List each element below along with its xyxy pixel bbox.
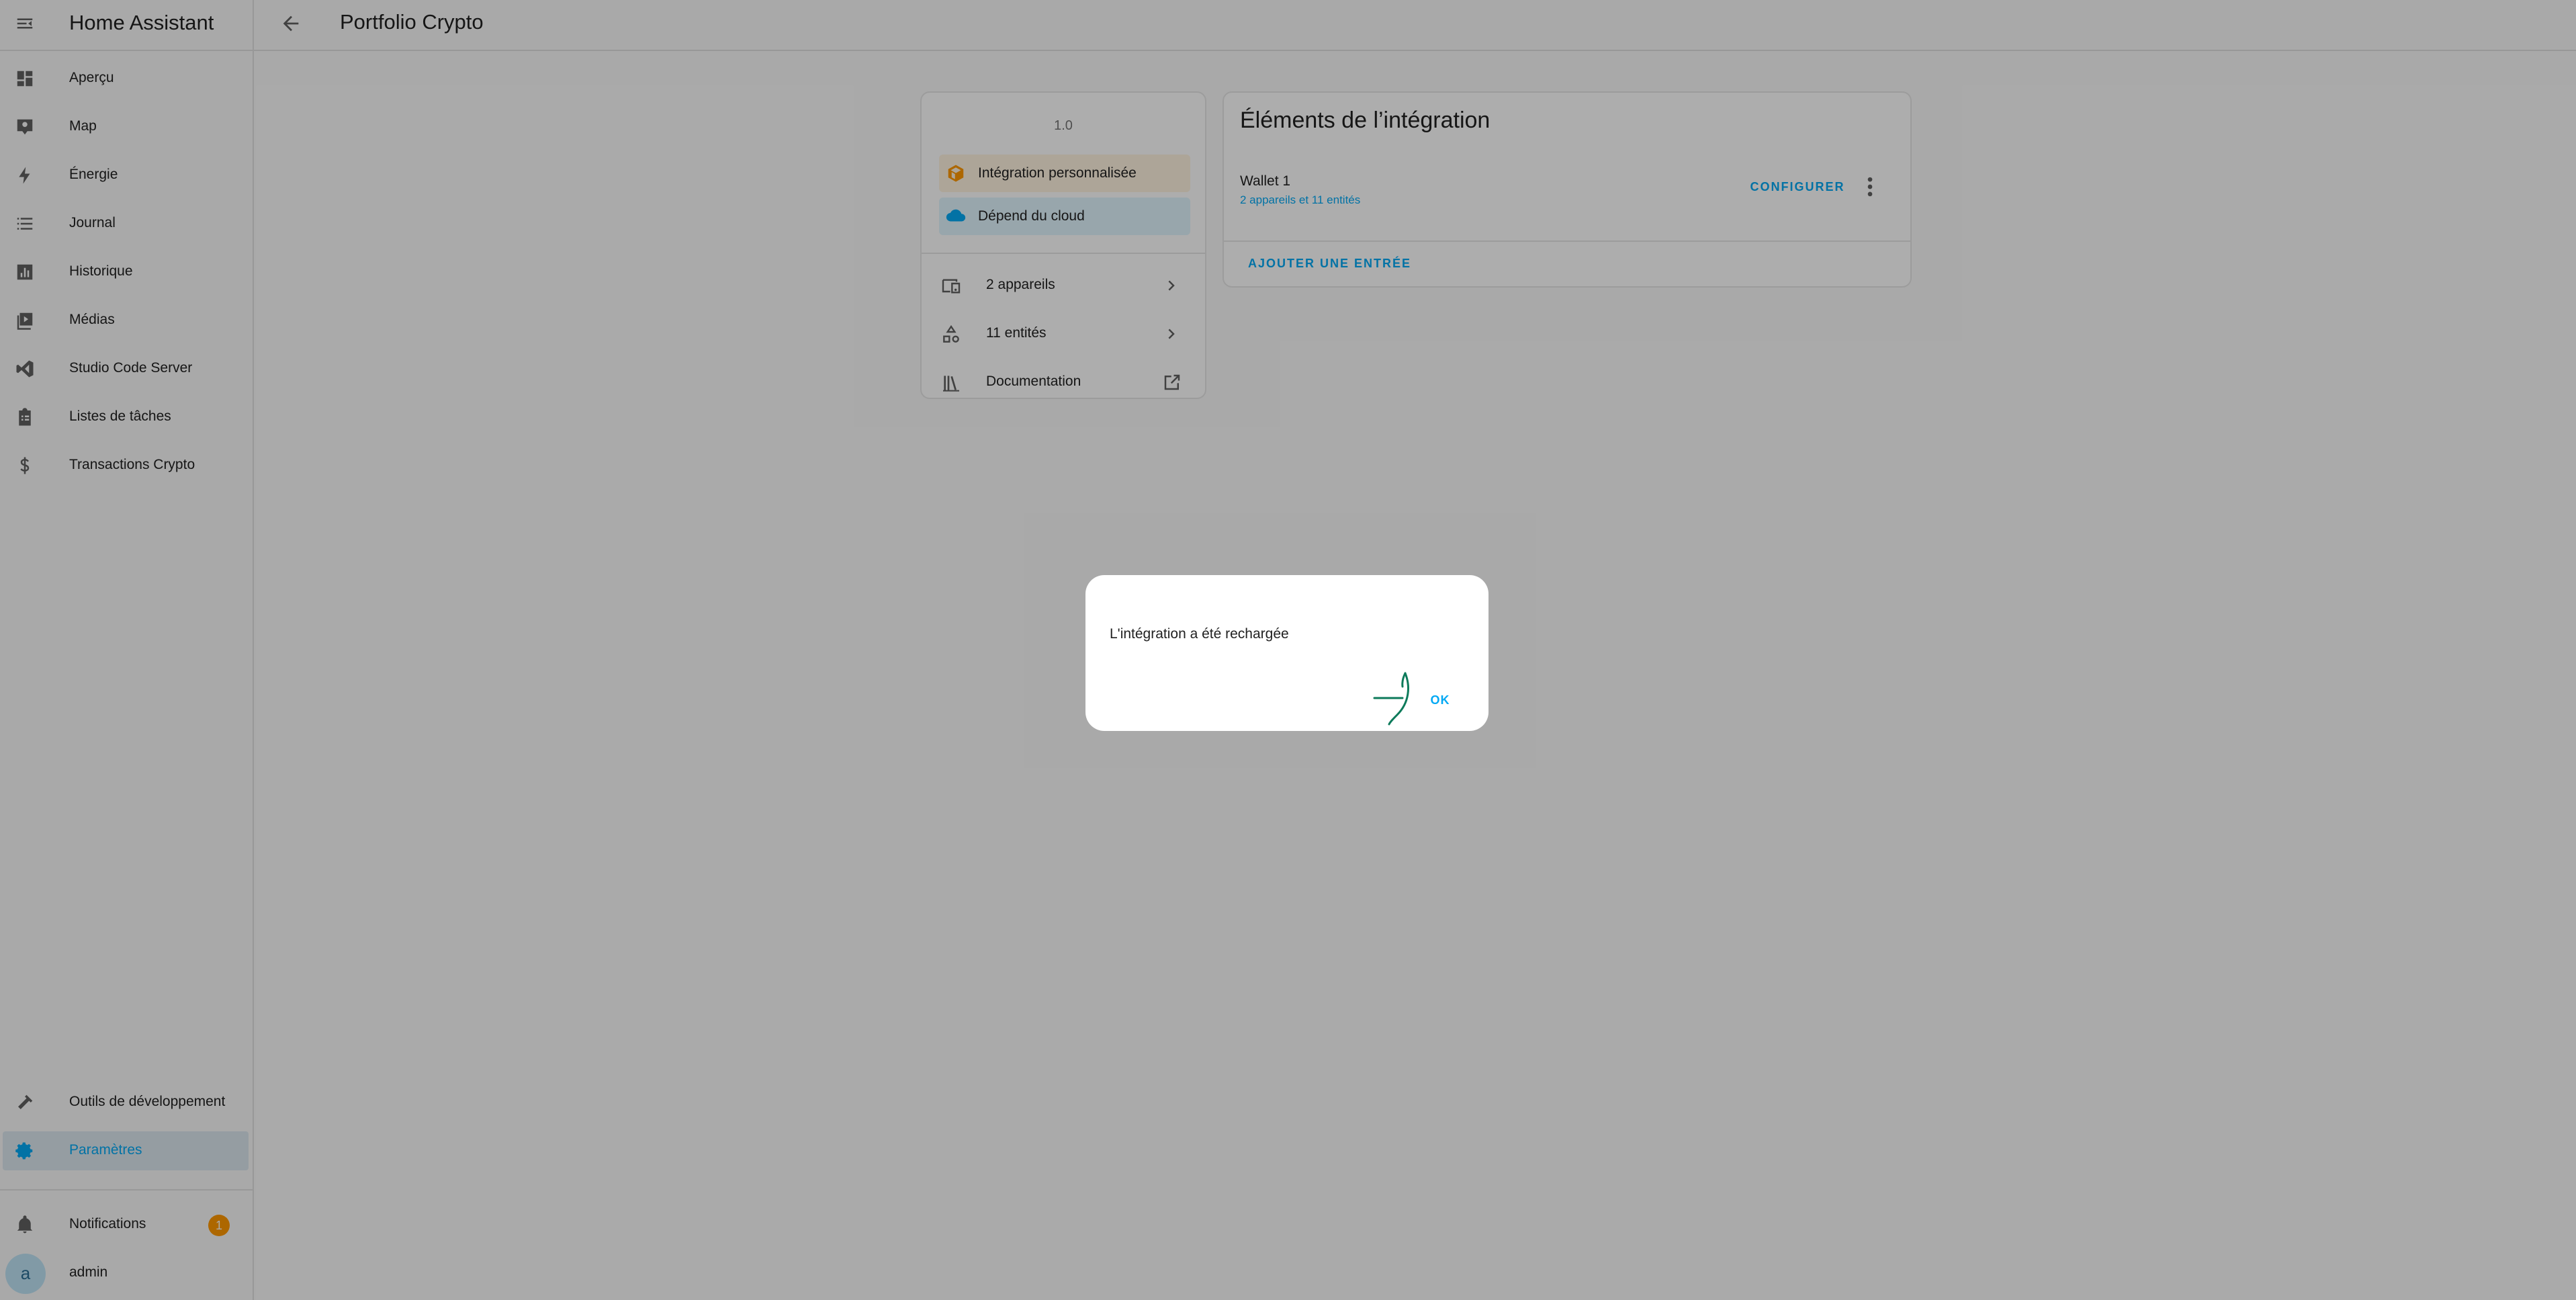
ok-button[interactable]: OK <box>1413 685 1467 715</box>
hand-cursor-mark <box>1373 672 1409 726</box>
dialog-message: L'intégration a été rechargée <box>1110 626 1289 642</box>
reload-dialog: L'intégration a été rechargée OK <box>1085 575 1489 731</box>
